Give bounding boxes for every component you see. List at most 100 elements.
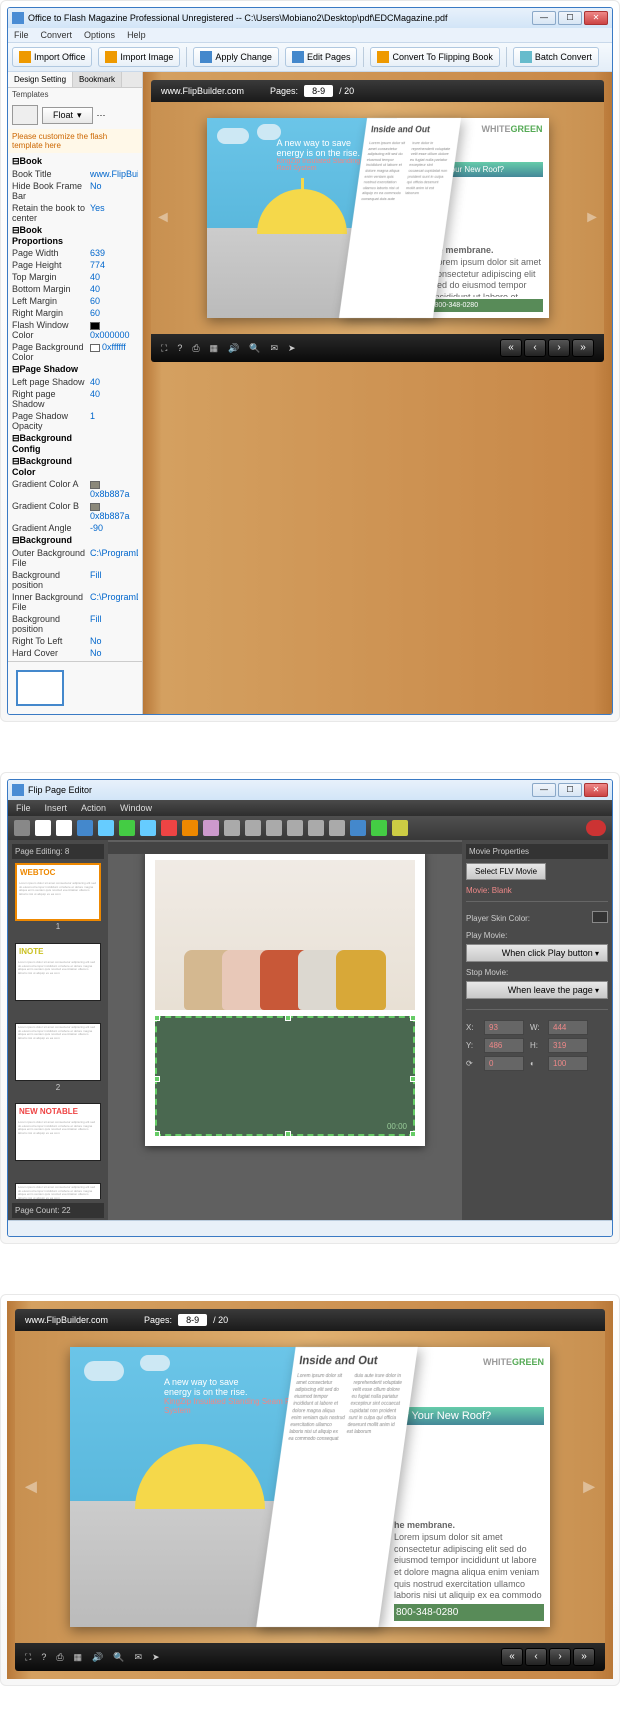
property-row[interactable]: ⊟Book bbox=[8, 155, 142, 168]
resize-handle[interactable] bbox=[410, 1076, 416, 1082]
menu-convert[interactable]: Convert bbox=[41, 30, 73, 40]
prev-arrow[interactable]: ◄ bbox=[21, 1476, 41, 1499]
tool-button-10[interactable] bbox=[224, 820, 240, 836]
property-row[interactable]: ⊟Background Color bbox=[8, 455, 142, 478]
batch-convert-button[interactable]: Batch Convert bbox=[513, 47, 599, 67]
pages-input[interactable]: 8-9 bbox=[178, 1314, 207, 1326]
tool-button-14[interactable] bbox=[308, 820, 324, 836]
property-row[interactable]: Hard CoverNo bbox=[8, 647, 142, 659]
import-image-button[interactable]: Import Image bbox=[98, 47, 180, 67]
property-row[interactable]: Flash Window Color0x000000 bbox=[8, 319, 142, 341]
tool-button-1[interactable] bbox=[35, 820, 51, 836]
prev-page-button[interactable]: ‹ bbox=[524, 339, 546, 357]
zoom-icon[interactable]: 🔍 bbox=[113, 1652, 124, 1663]
convert-button[interactable]: Convert To Flipping Book bbox=[370, 47, 499, 67]
minimize-button[interactable]: — bbox=[532, 783, 556, 797]
page-thumbnail[interactable]: INOTELorem ipsum dolor sit amet consecte… bbox=[15, 943, 101, 1001]
tool-button-2[interactable] bbox=[56, 820, 72, 836]
resize-handle[interactable] bbox=[285, 1015, 291, 1021]
x-input[interactable] bbox=[484, 1020, 524, 1035]
property-row[interactable]: Page Height774 bbox=[8, 259, 142, 271]
tool-button-4[interactable] bbox=[98, 820, 114, 836]
tool-button-3[interactable] bbox=[77, 820, 93, 836]
close-button[interactable]: ✕ bbox=[584, 783, 608, 797]
next-arrow[interactable]: ► bbox=[584, 209, 600, 227]
w-input[interactable] bbox=[548, 1020, 588, 1035]
edit-pages-button[interactable]: Edit Pages bbox=[285, 47, 358, 67]
prev-arrow[interactable]: ◄ bbox=[155, 209, 171, 227]
tool-button-15[interactable] bbox=[329, 820, 345, 836]
property-row[interactable]: Hide Book Frame BarNo bbox=[8, 180, 142, 202]
fullscreen-icon[interactable]: ⛶ bbox=[25, 1652, 31, 1663]
property-row[interactable]: Outer Background FileC:\ProgramD... bbox=[8, 547, 142, 569]
rotation-input[interactable] bbox=[484, 1056, 524, 1071]
menu-help[interactable]: Help bbox=[127, 30, 146, 40]
select-flv-button[interactable]: Select FLV Movie bbox=[466, 863, 546, 880]
pages-input[interactable]: 8-9 bbox=[304, 85, 333, 97]
skin-color-swatch[interactable] bbox=[592, 911, 608, 923]
tool-button-5[interactable] bbox=[119, 820, 135, 836]
resize-handle[interactable] bbox=[154, 1131, 160, 1137]
help-icon[interactable]: ? bbox=[177, 343, 182, 354]
next-page-button[interactable]: › bbox=[548, 339, 570, 357]
page-thumbnail[interactable]: Lorem ipsum dolor sit amet consectetur a… bbox=[15, 1183, 101, 1199]
property-row[interactable]: Page Background Color0xffffff bbox=[8, 341, 142, 363]
tool-button-18[interactable] bbox=[392, 820, 408, 836]
share-icon[interactable]: ➤ bbox=[152, 1652, 160, 1663]
menu-options[interactable]: Options bbox=[84, 30, 115, 40]
minimize-button[interactable]: — bbox=[532, 11, 556, 25]
tool-button-16[interactable] bbox=[350, 820, 366, 836]
movie-placeholder[interactable] bbox=[155, 1016, 415, 1136]
menu-file[interactable]: File bbox=[16, 803, 31, 813]
h-input[interactable] bbox=[548, 1038, 588, 1053]
tool-button-17[interactable] bbox=[371, 820, 387, 836]
property-row[interactable]: ⊟Background bbox=[8, 534, 142, 547]
page-thumbnail[interactable]: NEW NOTABLELorem ipsum dolor sit amet co… bbox=[15, 1103, 101, 1161]
property-row[interactable]: Gradient Color B0x8b887a bbox=[8, 500, 142, 522]
resize-handle[interactable] bbox=[410, 1131, 416, 1137]
print-icon[interactable]: ⎙ bbox=[56, 1652, 63, 1663]
first-page-button[interactable]: « bbox=[501, 1648, 523, 1666]
maximize-button[interactable]: ☐ bbox=[558, 783, 582, 797]
property-row[interactable]: ⊟Page Shadow bbox=[8, 363, 142, 376]
template-thumb[interactable] bbox=[12, 105, 38, 125]
page-thumbnail[interactable]: WEBTOCLorem ipsum dolor sit amet consect… bbox=[15, 863, 101, 921]
property-row[interactable]: Book Titlewww.FlipBuil... bbox=[8, 168, 142, 180]
menu-window[interactable]: Window bbox=[120, 803, 152, 813]
property-row[interactable]: Gradient Angle-90 bbox=[8, 522, 142, 534]
tool-button-12[interactable] bbox=[266, 820, 282, 836]
tool-button-9[interactable] bbox=[203, 820, 219, 836]
editor-canvas[interactable] bbox=[145, 850, 425, 1146]
apply-change-button[interactable]: Apply Change bbox=[193, 47, 279, 67]
page-thumbnail[interactable]: Lorem ipsum dolor sit amet consectetur a… bbox=[15, 1023, 101, 1081]
menu-file[interactable]: File bbox=[14, 30, 29, 40]
property-row[interactable]: Background positionFill bbox=[8, 613, 142, 635]
thumbnails-icon[interactable]: ▦ bbox=[210, 343, 219, 354]
property-row[interactable]: Retain the book to centerYes bbox=[8, 202, 142, 224]
menu-action[interactable]: Action bbox=[81, 803, 106, 813]
resize-handle[interactable] bbox=[154, 1076, 160, 1082]
tool-button-8[interactable] bbox=[182, 820, 198, 836]
zoom-icon[interactable]: 🔍 bbox=[249, 343, 260, 354]
y-input[interactable] bbox=[484, 1038, 524, 1053]
resize-handle[interactable] bbox=[154, 1015, 160, 1021]
property-row[interactable]: Page Shadow Opacity1 bbox=[8, 410, 142, 432]
property-row[interactable]: ⊟Background Config bbox=[8, 432, 142, 455]
maximize-button[interactable]: ☐ bbox=[558, 11, 582, 25]
template-float-button[interactable]: Float▾ bbox=[42, 107, 93, 124]
tool-button-13[interactable] bbox=[287, 820, 303, 836]
property-row[interactable]: Top Margin40 bbox=[8, 271, 142, 283]
property-row[interactable]: Bottom Margin40 bbox=[8, 283, 142, 295]
property-row[interactable]: Background positionFill bbox=[8, 569, 142, 591]
close-button[interactable]: ✕ bbox=[584, 11, 608, 25]
preview-thumb[interactable] bbox=[16, 670, 64, 706]
property-row[interactable]: Right To LeftNo bbox=[8, 635, 142, 647]
prev-page-button[interactable]: ‹ bbox=[525, 1648, 547, 1666]
tab-bookmark[interactable]: Bookmark bbox=[73, 72, 122, 87]
stop-movie-select[interactable]: When leave the page ▾ bbox=[466, 981, 608, 999]
property-row[interactable]: Page Width639 bbox=[8, 247, 142, 259]
editor-close-icon[interactable] bbox=[586, 820, 606, 836]
tool-button-7[interactable] bbox=[161, 820, 177, 836]
help-icon[interactable]: ? bbox=[41, 1652, 46, 1663]
template-more-button[interactable]: ⋯ bbox=[97, 110, 106, 121]
